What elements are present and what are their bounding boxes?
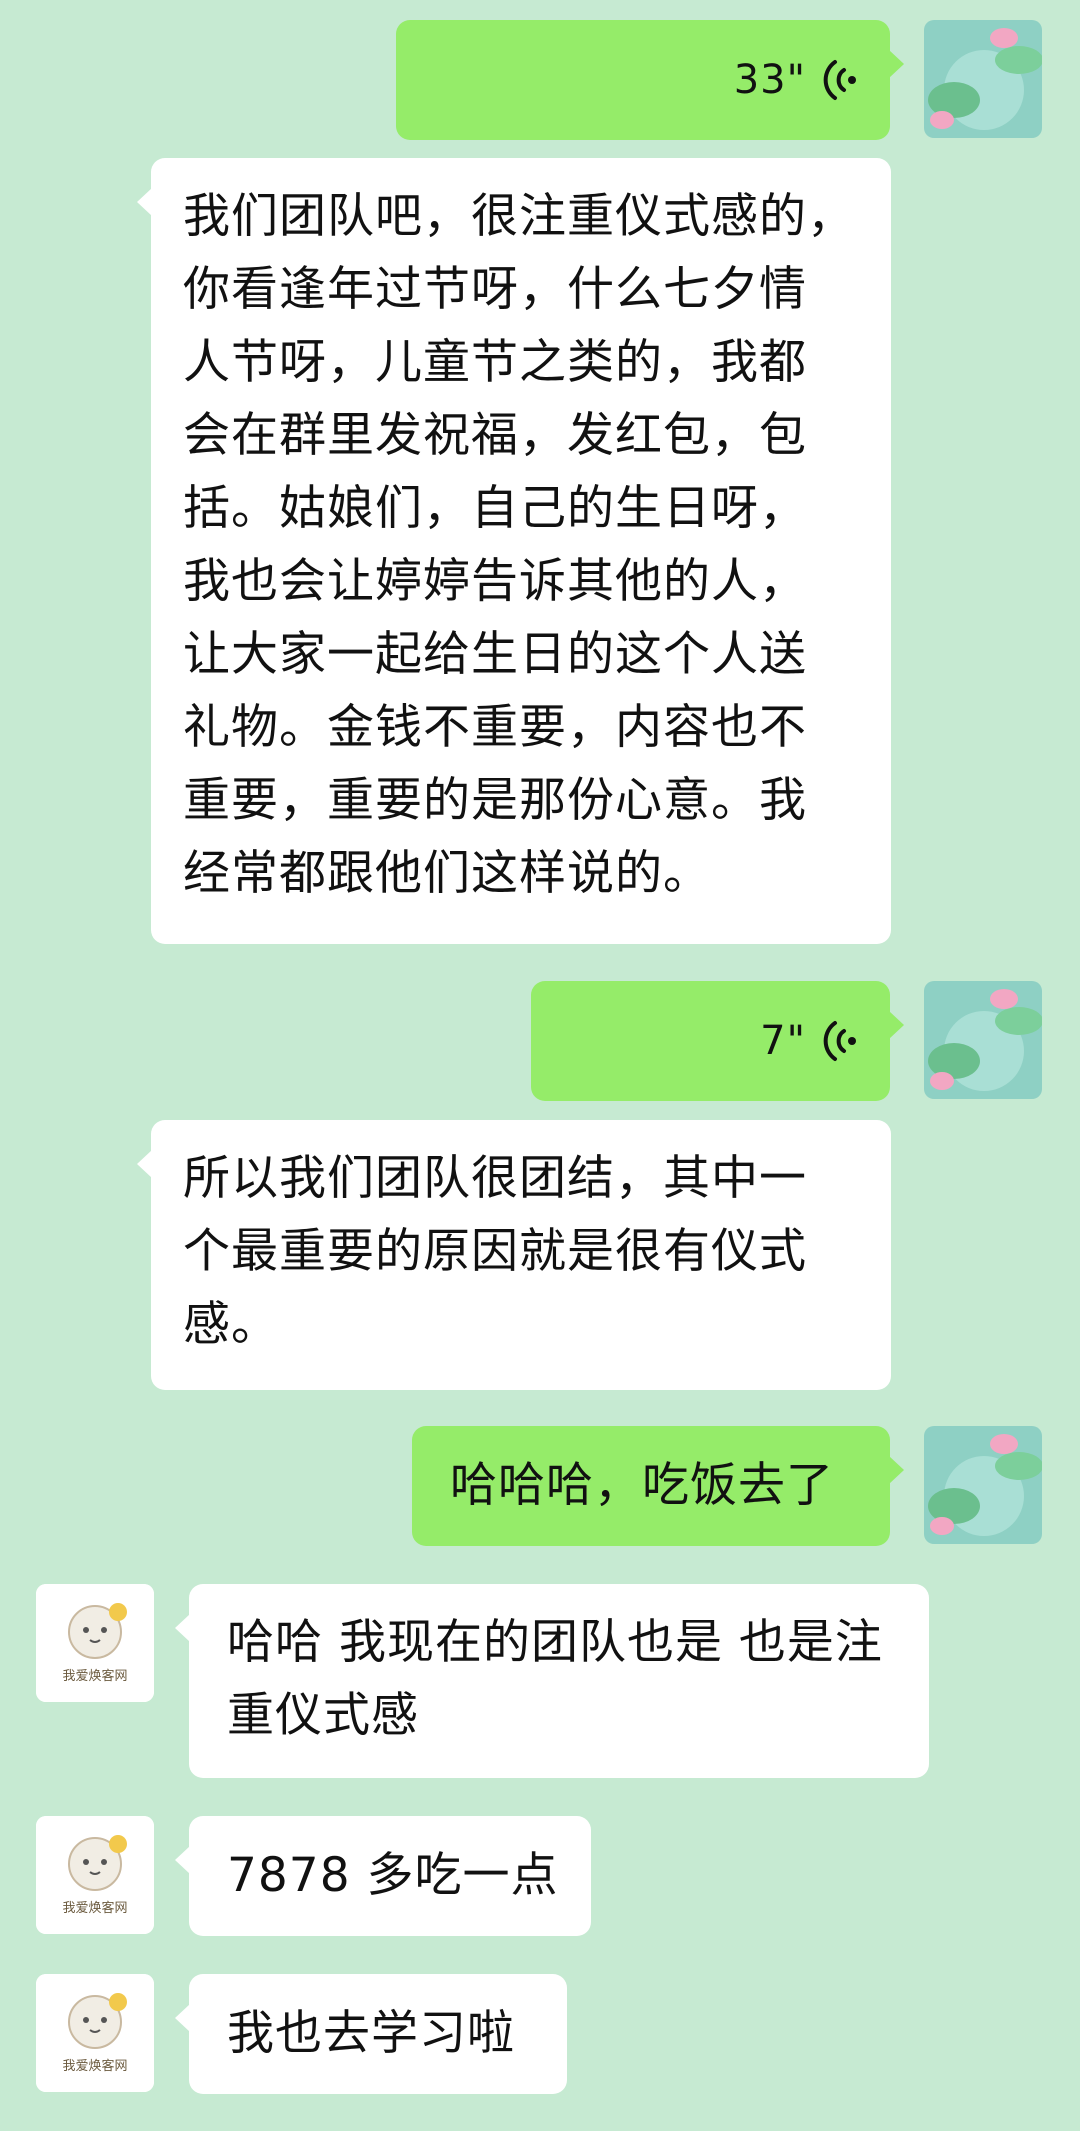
self-avatar[interactable] — [924, 981, 1042, 1099]
cat-logo-avatar-icon: 我爱焕客网 — [36, 1816, 154, 1934]
bubble-tail — [137, 1150, 152, 1178]
voice-message-content: 7" — [760, 981, 860, 1101]
bubble-tail — [889, 1456, 904, 1484]
friend-avatar[interactable]: 我爱焕客网 — [36, 1974, 154, 2092]
message-text: 哈哈 我现在的团队也是 也是注 重仪式感 — [227, 1615, 883, 1743]
voice-message-bubble[interactable]: 33" — [396, 20, 904, 140]
svg-text:我爱焕客网: 我爱焕客网 — [62, 1668, 127, 1684]
bubble-tail — [175, 2004, 190, 2032]
message-text: 所以我们团队很团结，其中一 个最重要的原因就是很有仪式 感。 — [183, 1151, 807, 1352]
cat-logo-avatar-icon: 我爱焕客网 — [36, 1584, 154, 1702]
bubble-tail — [889, 1011, 904, 1039]
voice-wave-icon — [823, 1021, 856, 1061]
friend-avatar[interactable]: 我爱焕客网 — [36, 1584, 154, 1702]
message-text: 我也去学习啦 — [227, 2006, 515, 2061]
voice-message-bubble[interactable]: 7" — [531, 981, 904, 1101]
message-bubble[interactable]: 所以我们团队很团结，其中一 个最重要的原因就是很有仪式 感。 — [137, 1120, 891, 1390]
message-text: 7878 多吃一点 — [227, 1848, 559, 1903]
bubble-tail — [175, 1846, 190, 1874]
lotus-pond-avatar-icon — [924, 1426, 1042, 1544]
lotus-pond-avatar-icon — [924, 981, 1042, 1099]
friend-avatar[interactable]: 我爱焕客网 — [36, 1816, 154, 1934]
bubble-tail — [889, 50, 904, 78]
voice-wave-icon — [823, 60, 856, 100]
message-bubble[interactable]: 哈哈哈，吃饭去了 — [412, 1426, 904, 1546]
voice-duration: 33" — [733, 56, 806, 103]
message-bubble[interactable]: 哈哈 我现在的团队也是 也是注 重仪式感 — [175, 1584, 929, 1778]
message-bubble[interactable]: 我们团队吧，很注重仪式感的， 你看逢年过节呀，什么七夕情 人节呀，儿童节之类的，… — [137, 158, 891, 944]
lotus-pond-avatar-icon — [924, 20, 1042, 138]
self-avatar[interactable] — [924, 20, 1042, 138]
voice-duration: 7" — [760, 1017, 806, 1064]
message-text: 我们团队吧，很注重仪式感的， 你看逢年过节呀，什么七夕情 人节呀，儿童节之类的，… — [183, 189, 855, 901]
svg-text:我爱焕客网: 我爱焕客网 — [62, 1900, 127, 1916]
message-text: 哈哈哈，吃饭去了 — [450, 1458, 834, 1513]
bubble-tail — [175, 1614, 190, 1642]
svg-text:我爱焕客网: 我爱焕客网 — [62, 2058, 127, 2074]
bubble-tail — [137, 188, 152, 216]
self-avatar[interactable] — [924, 1426, 1042, 1544]
cat-logo-avatar-icon: 我爱焕客网 — [36, 1974, 154, 2092]
message-bubble[interactable]: 我也去学习啦 — [175, 1974, 567, 2094]
voice-message-content: 33" — [734, 20, 860, 140]
message-bubble[interactable]: 7878 多吃一点 — [175, 1816, 591, 1936]
